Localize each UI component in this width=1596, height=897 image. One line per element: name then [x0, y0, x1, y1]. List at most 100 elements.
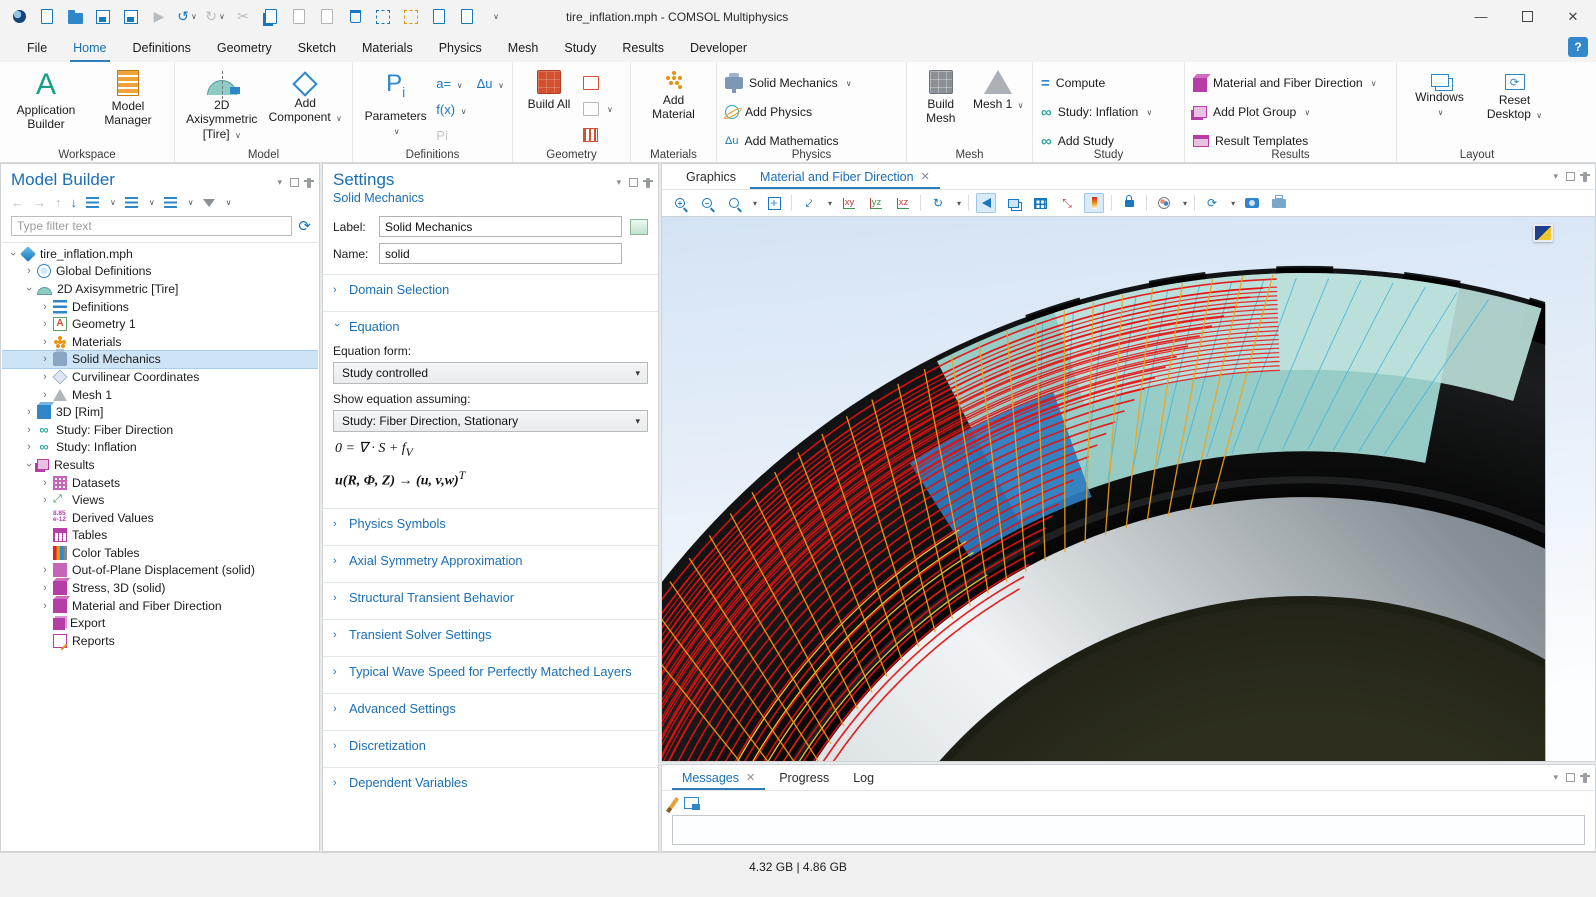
float-panel-icon[interactable]: [1566, 773, 1575, 782]
tab-graphics[interactable]: Graphics: [674, 164, 748, 189]
tab-progress[interactable]: Progress: [767, 765, 841, 790]
preferences-button[interactable]: [454, 5, 480, 29]
panel-menu-icon[interactable]: ▾: [616, 177, 621, 188]
section-equation[interactable]: ›Equation: [323, 312, 658, 341]
pin-panel-icon[interactable]: [1583, 172, 1587, 182]
section-dependent-variables[interactable]: ›Dependent Variables: [323, 768, 658, 797]
menu-physics[interactable]: Physics: [426, 33, 495, 62]
build-mesh-button[interactable]: Build Mesh: [915, 68, 967, 126]
redo-button[interactable]: ↻∨: [202, 5, 228, 29]
forward-icon[interactable]: →: [33, 195, 46, 210]
tree-item-definitions[interactable]: ›Definitions: [2, 298, 318, 316]
back-icon[interactable]: ←: [11, 195, 24, 210]
tab-log[interactable]: Log: [841, 765, 886, 790]
scene-light-icon[interactable]: [976, 193, 996, 213]
study-inflation-select[interactable]: ∞ Study: Inflation∨: [1041, 101, 1152, 123]
show-options-icon[interactable]: [86, 197, 99, 208]
import-geometry-icon[interactable]: [583, 76, 599, 90]
tree-item-solid-mechanics[interactable]: ›Solid Mechanics: [2, 351, 318, 369]
windows-button[interactable]: Windows∨: [1408, 68, 1472, 119]
menu-geometry[interactable]: Geometry: [204, 33, 285, 62]
solid-mechanics-select[interactable]: Solid Mechanics∨: [725, 72, 852, 94]
equation-form-select[interactable]: Study controlled: [333, 362, 648, 384]
pin-panel-icon[interactable]: [1583, 773, 1587, 783]
rename-icon[interactable]: [630, 219, 648, 235]
tree-item-views[interactable]: ›⤢Views: [2, 491, 318, 509]
zoom-out-icon[interactable]: −: [697, 193, 717, 213]
tab-material-and-fiber-direction[interactable]: Material and Fiber Direction✕: [748, 164, 942, 189]
menu-materials[interactable]: Materials: [349, 33, 426, 62]
panel-menu-icon[interactable]: ▾: [1553, 171, 1558, 182]
material-fiber-direction-select[interactable]: Material and Fiber Direction∨: [1193, 72, 1377, 94]
tree-item-derived-values[interactable]: 8.85e-12Derived Values: [2, 509, 318, 527]
tree-item-datasets[interactable]: ›Datasets: [2, 474, 318, 492]
tree-item-stress-3d[interactable]: ›Stress, 3D (solid): [2, 579, 318, 597]
message-window-icon[interactable]: [684, 797, 699, 809]
tree-item-color-tables[interactable]: Color Tables: [2, 544, 318, 562]
add-physics-button[interactable]: Add Physics: [725, 101, 852, 123]
delta-u-button[interactable]: Δu ∨: [477, 76, 504, 91]
pi-button[interactable]: Pi: [436, 128, 448, 143]
tree-item-mesh-1[interactable]: ›Mesh 1: [2, 386, 318, 404]
copy-button[interactable]: [258, 5, 284, 29]
save-as-button[interactable]: [118, 5, 144, 29]
parameters-button[interactable]: Pi Parameters∨: [361, 68, 430, 138]
pin-panel-icon[interactable]: [646, 178, 650, 188]
tab-messages[interactable]: Messages✕: [670, 765, 767, 790]
menu-home[interactable]: Home: [60, 33, 119, 62]
deselect-box-button[interactable]: [398, 5, 424, 29]
zoom-box-icon[interactable]: [724, 193, 744, 213]
tree-item-3d-rim[interactable]: ›3D [Rim]: [2, 403, 318, 421]
zoom-extents-icon[interactable]: ✛: [764, 193, 784, 213]
tree-item-geometry-1[interactable]: ›AGeometry 1: [2, 315, 318, 333]
collapse-all-icon[interactable]: [125, 197, 138, 208]
graphics-canvas[interactable]: [661, 217, 1596, 762]
add-plot-group-button[interactable]: Add Plot Group∨: [1193, 101, 1377, 123]
reset-desktop-button[interactable]: ⟳ Reset Desktop ∨: [1483, 68, 1547, 122]
save-button[interactable]: [90, 5, 116, 29]
delete-button[interactable]: [342, 5, 368, 29]
tree-item-materials[interactable]: ›Materials: [2, 333, 318, 351]
tree-filter-input[interactable]: [11, 216, 292, 236]
section-discretization[interactable]: ›Discretization: [323, 731, 658, 760]
tree-item-study-fiber-direction[interactable]: ›∞Study: Fiber Direction: [2, 421, 318, 439]
section-axial-symmetry[interactable]: ›Axial Symmetry Approximation: [323, 546, 658, 575]
menu-file[interactable]: File: [14, 33, 60, 62]
tree-item-2d-axisymmetric[interactable]: ›2D Axisymmetric [Tire]: [2, 280, 318, 298]
label-input[interactable]: [379, 216, 622, 237]
tree-item-out-of-plane-displacement[interactable]: ›Out-of-Plane Displacement (solid): [2, 562, 318, 580]
messages-content[interactable]: [672, 815, 1585, 845]
tree-item-global-definitions[interactable]: ›Global Definitions: [2, 263, 318, 281]
functions-button[interactable]: f(x) ∨: [436, 102, 466, 117]
add-component-button[interactable]: Add Component ∨: [267, 68, 343, 125]
section-transient-solver[interactable]: ›Transient Solver Settings: [323, 620, 658, 649]
undo-button[interactable]: ↺∨: [174, 5, 200, 29]
axis-orientation-icon[interactable]: ⤡: [1057, 193, 1077, 213]
tree-item-material-fiber-direction[interactable]: ›Material and Fiber Direction: [2, 597, 318, 615]
move-up-icon[interactable]: ↑: [55, 195, 62, 210]
qat-overflow-button[interactable]: ∨: [482, 5, 508, 29]
transparency-icon[interactable]: [1003, 193, 1023, 213]
application-builder-button[interactable]: A Application Builder: [8, 68, 84, 132]
close-button[interactable]: ✕: [1550, 0, 1596, 33]
view-xy-icon[interactable]: xy: [839, 193, 859, 213]
run-button[interactable]: ▶: [146, 5, 172, 29]
close-tab-icon[interactable]: ✕: [921, 170, 930, 183]
find-button[interactable]: [426, 5, 452, 29]
go-to-default-view-icon[interactable]: ⤦: [799, 193, 819, 213]
snapshot-camera-icon[interactable]: [1242, 193, 1262, 213]
print-icon[interactable]: [1269, 193, 1289, 213]
compute-button[interactable]: = Compute: [1041, 72, 1152, 94]
filter-icon[interactable]: [203, 199, 215, 207]
show-equation-select[interactable]: Study: Fiber Direction, Stationary: [333, 410, 648, 432]
tree-item-study-inflation[interactable]: ›∞Study: Inflation: [2, 439, 318, 457]
panel-menu-icon[interactable]: ▾: [277, 177, 282, 188]
view-xz-icon[interactable]: xz: [893, 193, 913, 213]
section-advanced-settings[interactable]: ›Advanced Settings: [323, 694, 658, 723]
new-file-button[interactable]: [34, 5, 60, 29]
zoom-in-icon[interactable]: +: [670, 193, 690, 213]
refresh-icon[interactable]: ⟳: [298, 217, 311, 235]
tree-item-curvilinear-coordinates[interactable]: ›Curvilinear Coordinates: [2, 368, 318, 386]
partition-icon[interactable]: [583, 128, 598, 142]
open-file-button[interactable]: [62, 5, 88, 29]
